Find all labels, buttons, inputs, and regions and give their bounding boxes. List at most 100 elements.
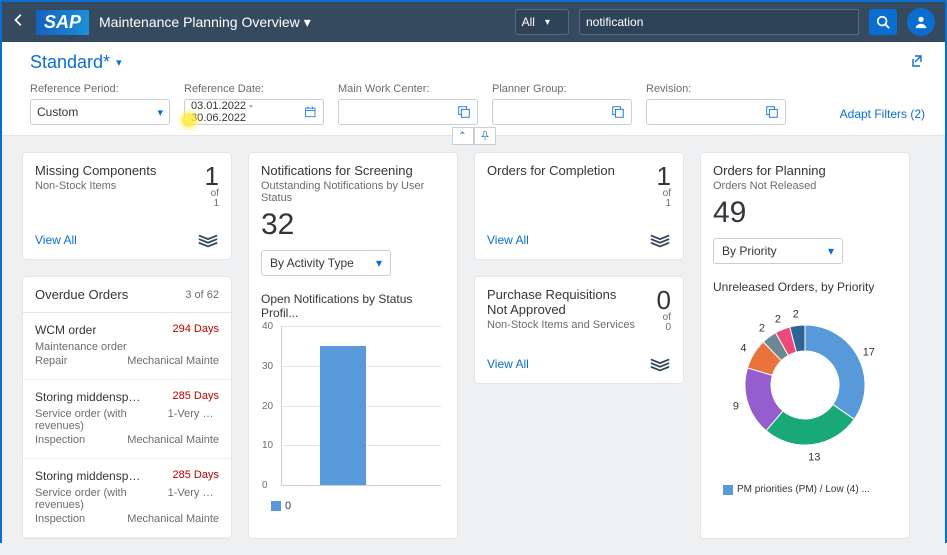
card-overdue-orders[interactable]: Overdue Orders 3 of 62 WCM order 294 Days… bbox=[22, 276, 232, 539]
donut-segment bbox=[805, 325, 865, 419]
card-orders-completion[interactable]: Orders for Completion 1 of 1 View All bbox=[474, 152, 684, 260]
donut-label: 2 bbox=[759, 322, 765, 334]
card-orders-planning[interactable]: Orders for Planning Orders Not Released … bbox=[700, 152, 910, 539]
page: Standard* ▾ Reference Period: Custom ▾ R… bbox=[2, 42, 945, 136]
activity-type-select[interactable]: By Activity Type ▾ bbox=[261, 250, 391, 276]
legend-swatch bbox=[723, 485, 733, 495]
donut-chart: 171394222 bbox=[713, 300, 897, 470]
revision-input[interactable] bbox=[646, 99, 786, 125]
chart-title: Open Notifications by Status Profil... bbox=[261, 292, 445, 320]
legend-label: PM priorities (PM) / Low (4) ... bbox=[737, 484, 870, 495]
chart-legend: PM priorities (PM) / Low (4) ... bbox=[723, 484, 897, 495]
user-icon bbox=[914, 15, 928, 29]
card-title: Orders for Completion bbox=[487, 163, 615, 178]
legend-swatch bbox=[271, 501, 281, 511]
item-days: 294 Days bbox=[173, 323, 219, 337]
shell-header: SAP Maintenance Planning Overview ▾ All … bbox=[2, 2, 945, 42]
user-button[interactable] bbox=[907, 8, 935, 36]
card-notifications-screening[interactable]: Notifications for Screening Outstanding … bbox=[248, 152, 458, 539]
item-days: 285 Days bbox=[173, 390, 219, 404]
item-type: Service order (with revenues) bbox=[35, 408, 168, 432]
kpi-denominator: 1 bbox=[205, 199, 219, 209]
donut-label: 2 bbox=[775, 313, 781, 325]
kpi-numerator: 0 bbox=[657, 287, 671, 313]
item-name: Storing middenspannings... bbox=[35, 469, 145, 483]
list-counter: 3 of 62 bbox=[185, 289, 219, 301]
kpi-denominator: 0 bbox=[657, 323, 671, 333]
app-title[interactable]: Maintenance Planning Overview ▾ bbox=[99, 14, 311, 31]
input-value: 03.01.2022 - 30.06.2022 bbox=[191, 100, 298, 124]
search-button[interactable] bbox=[869, 9, 897, 35]
filter-label: Main Work Center: bbox=[338, 83, 478, 95]
variant-select[interactable]: Standard* ▾ bbox=[30, 52, 122, 73]
variant-row: Standard* ▾ bbox=[2, 42, 945, 81]
value-help-icon bbox=[765, 105, 779, 119]
view-all-link[interactable]: View All bbox=[35, 233, 77, 247]
item-type: Maintenance order bbox=[35, 341, 127, 353]
search-scope-value: All bbox=[522, 15, 535, 29]
filter-reference-date: Reference Date: 03.01.2022 - 30.06.2022 bbox=[184, 83, 324, 125]
list-item[interactable]: Storing middenspannings...285 Days Servi… bbox=[23, 459, 231, 538]
chart-title: Unreleased Orders, by Priority bbox=[713, 280, 897, 294]
item-priority: 1-Very high bbox=[168, 408, 219, 432]
card-title: Purchase Requisitions Not Approved bbox=[487, 287, 617, 317]
chevron-down-icon: ▾ bbox=[545, 17, 550, 28]
share-button[interactable] bbox=[909, 53, 925, 72]
calendar-icon bbox=[304, 105, 317, 119]
highlight-marker bbox=[182, 113, 196, 127]
card-subtitle: Orders Not Released bbox=[713, 180, 897, 192]
item-type: Service order (with revenues) bbox=[35, 487, 168, 511]
list-item[interactable]: Storing middenspannings... 285 Days Servi… bbox=[23, 380, 231, 459]
card-purchase-requisitions[interactable]: Purchase Requisitions Not Approved Non-S… bbox=[474, 276, 684, 384]
planner-group-input[interactable] bbox=[492, 99, 632, 125]
share-icon bbox=[909, 53, 925, 69]
overdue-list: WCM order 294 Days Maintenance order Repa… bbox=[23, 313, 231, 538]
filter-bar: Reference Period: Custom ▾ Reference Dat… bbox=[2, 81, 945, 136]
chevron-left-icon bbox=[12, 13, 26, 27]
filter-label: Reference Date: bbox=[184, 83, 324, 95]
card-title: Missing Components bbox=[35, 163, 156, 178]
reference-date-input[interactable]: 03.01.2022 - 30.06.2022 bbox=[184, 99, 324, 125]
filter-reference-period: Reference Period: Custom ▾ bbox=[30, 83, 170, 125]
main-work-center-input[interactable] bbox=[338, 99, 478, 125]
chevron-down-icon: ▾ bbox=[376, 256, 382, 270]
view-all-link[interactable]: View All bbox=[487, 357, 529, 371]
item-name: WCM order bbox=[35, 323, 96, 337]
card-subtitle: Outstanding Notifications by User Status bbox=[261, 180, 445, 204]
kpi-denominator: 1 bbox=[657, 199, 671, 209]
chevron-down-icon: ▾ bbox=[116, 56, 122, 69]
filter-label: Reference Period: bbox=[30, 83, 170, 95]
list-item[interactable]: WCM order 294 Days Maintenance order Repa… bbox=[23, 313, 231, 380]
item-workcenter: Mechanical Mainte bbox=[127, 513, 219, 525]
collapse-button[interactable]: ⌃ bbox=[452, 127, 474, 145]
item-name: Storing middenspannings... bbox=[35, 390, 145, 404]
stack-icon bbox=[649, 355, 671, 373]
adapt-filters-link[interactable]: Adapt Filters (2) bbox=[840, 107, 925, 125]
card-missing-components[interactable]: Missing Components Non-Stock Items 1 of … bbox=[22, 152, 232, 260]
stack-icon bbox=[649, 231, 671, 249]
donut-label: 2 bbox=[793, 309, 799, 321]
card-title: Overdue Orders bbox=[35, 287, 128, 302]
chevron-down-icon: ▾ bbox=[304, 14, 311, 31]
search-input[interactable] bbox=[579, 9, 859, 35]
item-activity: Inspection bbox=[35, 513, 85, 525]
value-help-icon bbox=[611, 105, 625, 119]
pin-button[interactable] bbox=[474, 127, 496, 145]
kpi-numerator: 1 bbox=[205, 163, 219, 189]
kpi-fraction: 0 of 0 bbox=[657, 287, 671, 333]
chart-legend: 0 bbox=[271, 500, 445, 512]
card-subtitle: Non-Stock Items and Services bbox=[487, 319, 635, 331]
item-activity: Repair bbox=[35, 355, 67, 367]
filterbar-collapse-handle: ⌃ bbox=[452, 127, 496, 145]
app-title-text: Maintenance Planning Overview bbox=[99, 14, 300, 30]
search-scope-select[interactable]: All ▾ bbox=[515, 9, 569, 35]
kpi-fraction: 1 of 1 bbox=[657, 163, 671, 209]
back-button[interactable] bbox=[12, 13, 26, 32]
sap-logo: SAP bbox=[36, 10, 89, 35]
priority-select[interactable]: By Priority ▾ bbox=[713, 238, 843, 264]
view-all-link[interactable]: View All bbox=[487, 233, 529, 247]
kpi-value: 49 bbox=[713, 196, 897, 230]
filter-label: Revision: bbox=[646, 83, 786, 95]
card-title: Orders for Planning bbox=[713, 163, 897, 178]
reference-period-select[interactable]: Custom ▾ bbox=[30, 99, 170, 125]
